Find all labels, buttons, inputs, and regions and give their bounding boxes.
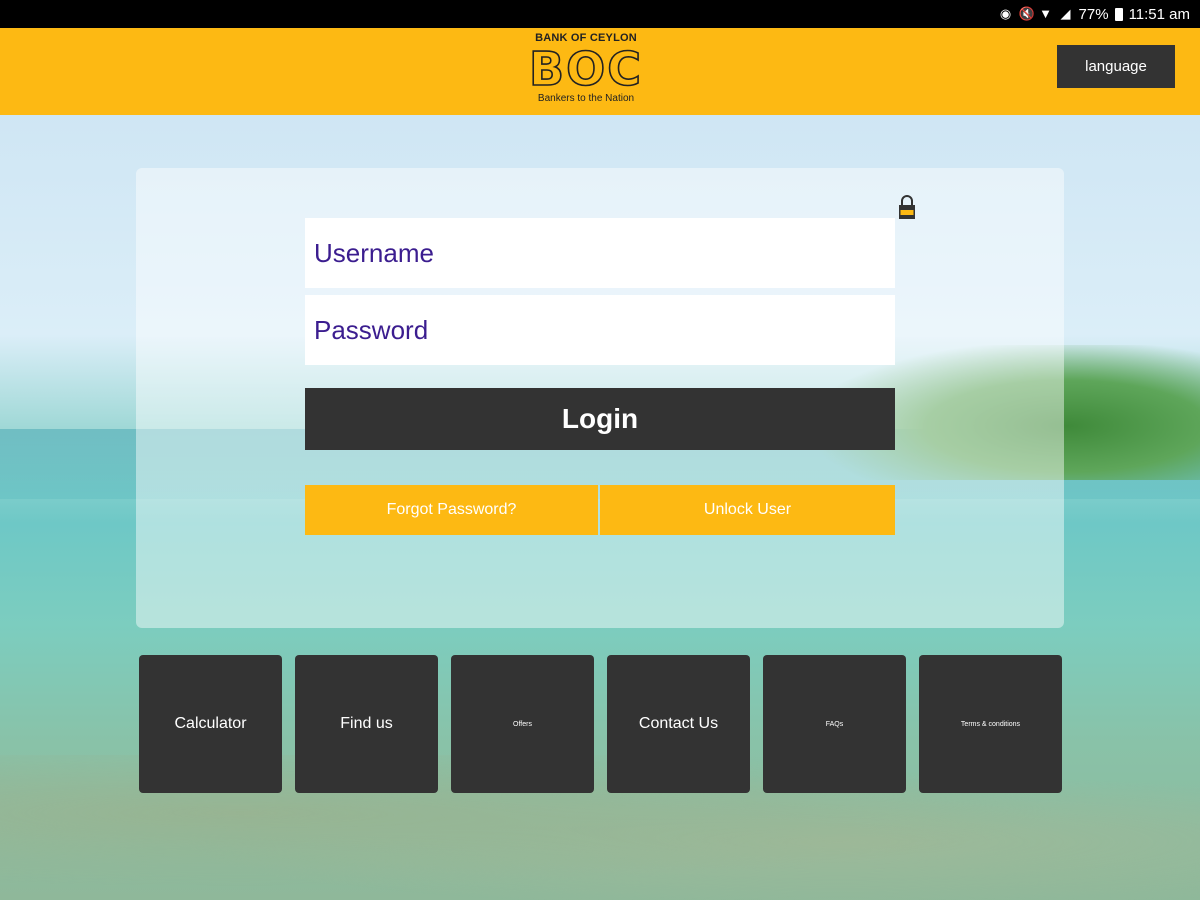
username-input[interactable] [305, 218, 895, 288]
login-button[interactable]: Login [305, 388, 895, 450]
wifi-icon: ▼ [1039, 6, 1052, 21]
tile-faqs[interactable]: FAQs [763, 655, 906, 793]
boc-logo: BANK OF CEYLON BOC Bankers to the Nation [526, 32, 646, 110]
location-icon: ◉ [999, 6, 1012, 21]
battery-percent: 77% [1078, 5, 1109, 23]
status-bar: ◉ 🔇 ▼ ◢ 77% 11:51 am [0, 0, 1200, 28]
password-input[interactable] [305, 295, 895, 365]
logo-mark: BOC [528, 42, 643, 96]
status-time: 11:51 am [1128, 5, 1190, 23]
tile-offers[interactable]: Offers [451, 655, 594, 793]
language-button[interactable]: language [1057, 45, 1175, 88]
battery-icon [1114, 7, 1123, 21]
signal-icon: ◢ [1060, 6, 1071, 21]
tile-calculator[interactable]: Calculator [139, 655, 282, 793]
app-header: BANK OF CEYLON BOC Bankers to the Nation… [0, 28, 1200, 115]
unlock-user-button[interactable]: Unlock User [600, 485, 895, 535]
tile-terms-conditions[interactable]: Terms & conditions [919, 655, 1062, 793]
mute-icon: 🔇 [1018, 6, 1035, 21]
tile-contact-us[interactable]: Contact Us [607, 655, 750, 793]
forgot-password-button[interactable]: Forgot Password? [305, 485, 598, 535]
lock-icon [899, 195, 915, 219]
tile-find-us[interactable]: Find us [295, 655, 438, 793]
